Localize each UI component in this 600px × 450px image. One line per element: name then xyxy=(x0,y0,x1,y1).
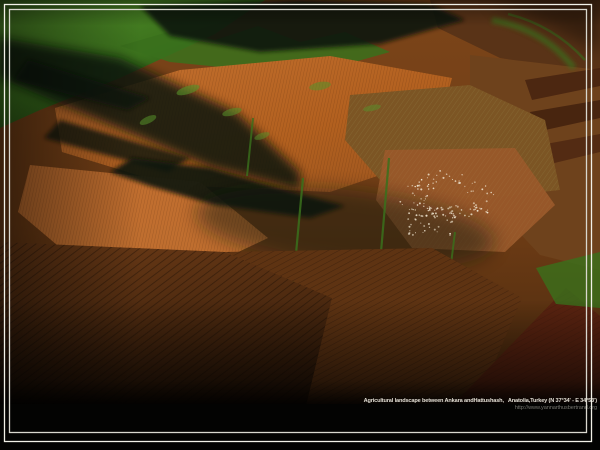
photo-caption: Agricultural landscape between Ankara an… xyxy=(364,398,597,412)
wallpaper: Agricultural landscape between Ankara an… xyxy=(0,0,600,450)
caption-title: Agricultural landscape between Ankara an… xyxy=(364,398,597,405)
caption-url: http://www.yannarthusbertrand.org xyxy=(364,405,597,412)
aerial-photo xyxy=(0,0,600,450)
